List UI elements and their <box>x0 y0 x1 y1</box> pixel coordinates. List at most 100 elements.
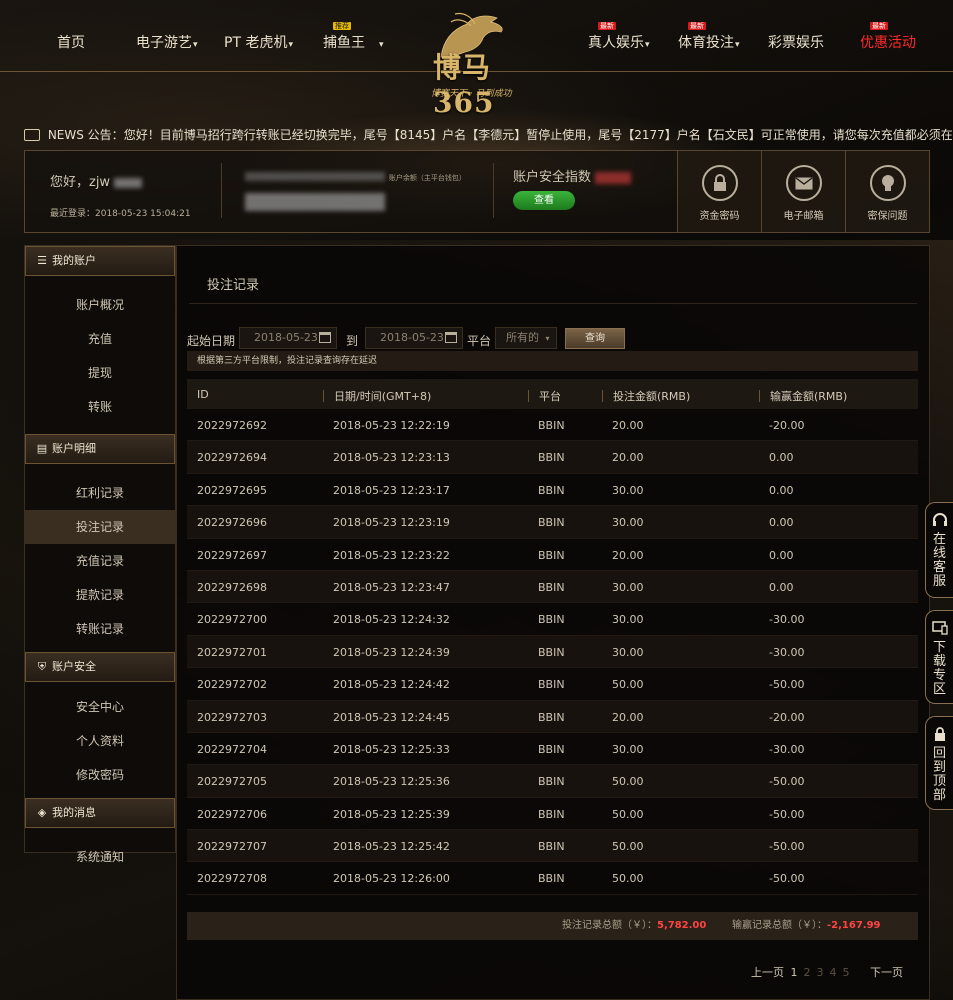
float-label: 回到顶部 <box>932 746 946 803</box>
fund-password-tool[interactable]: 资金密码 <box>677 151 761 232</box>
col-datetime: 日期/时间(GMT+8) <box>323 388 431 404</box>
sidebar-item-profile[interactable]: 个人资料 <box>25 724 175 758</box>
sidebar-item-overview[interactable]: 账户概况 <box>25 288 175 322</box>
pagination: 上一页 12345 下一页 <box>751 964 903 980</box>
nav-pt-slots[interactable]: PT 老虎机▾ <box>224 32 293 52</box>
news-text: 您好！目前博马招行跨行转账已经切换完毕，尾号【8145】户名【李德元】暂停止使用… <box>123 128 953 142</box>
news-ticker: NEWS 公告：您好！目前博马招行跨行转账已经切换完毕，尾号【8145】户名【李… <box>24 126 953 144</box>
table-row: 2022972692 2018-05-23 12:22:19 BBIN 20.00 -2… <box>187 409 918 442</box>
float-back-to-top[interactable]: 回到顶部 <box>925 716 953 810</box>
start-date-label: 起始日期 <box>187 334 236 348</box>
col-id: ID <box>197 388 209 401</box>
nav-lottery[interactable]: 彩票娱乐 <box>768 32 824 52</box>
cell-platform: BBIN <box>538 419 565 432</box>
cell-id: 2022972701 <box>197 645 267 659</box>
table-row: 2022972703 2018-05-23 12:24:45 BBIN 20.00 -2… <box>187 700 918 733</box>
greeting: 您好，zjw <box>50 171 143 190</box>
float-customer-service[interactable]: 在线客服 <box>925 502 953 598</box>
account-summary: 您好，zjw 最近登录：2018-05-23 15:04:21 账户余额（主平台… <box>24 150 930 233</box>
new-badge: 最新 <box>688 22 706 30</box>
title-divider <box>189 303 917 304</box>
win-loss-total: 输赢记录总额（￥）：-2,167.99 <box>732 920 881 931</box>
cell-id: 2022972708 <box>197 872 267 886</box>
col-bet-amount: 投注金额(RMB) <box>602 388 690 404</box>
table-row: 2022972700 2018-05-23 12:24:32 BBIN 30.00 -3… <box>187 603 918 636</box>
float-label: 在线客服 <box>932 532 946 589</box>
masked-balance <box>245 193 385 211</box>
page-link[interactable]: 3 <box>817 966 824 979</box>
table-row: 2022972694 2018-05-23 12:23:13 BBIN 20.00 0.… <box>187 441 918 474</box>
nav-egames[interactable]: 电子游艺▾ <box>136 32 198 52</box>
logo-text: 博马 365 <box>433 51 495 119</box>
float-download[interactable]: 下载专区 <box>925 610 953 704</box>
security-question-tool[interactable]: 密保问题 <box>845 151 929 232</box>
cell-win-loss: -50.00 <box>769 840 805 854</box>
lock-icon <box>701 165 738 201</box>
bulb-icon <box>869 165 906 201</box>
cell-platform: BBIN <box>538 613 565 627</box>
sidebar-item-system-notice[interactable]: 系统通知 <box>25 840 175 874</box>
sidebar-item-withdraw[interactable]: 提现 <box>25 356 175 390</box>
table-row: 2022972695 2018-05-23 12:23:17 BBIN 30.00 0.… <box>187 474 918 507</box>
cell-id: 2022972696 <box>197 516 267 530</box>
sidebar-section-details[interactable]: ▤ 账户明细 <box>25 434 175 464</box>
cell-win-loss: -30.00 <box>769 742 805 756</box>
cell-bet-amount: 30.00 <box>612 483 644 497</box>
masked-security-score <box>595 171 632 184</box>
chevron-down-icon: ▾ <box>645 40 650 50</box>
sidebar-item-deposit[interactable]: 充值 <box>25 322 175 356</box>
query-button[interactable]: 查询 <box>565 328 625 349</box>
sidebar-item-security-center[interactable]: 安全中心 <box>25 690 175 724</box>
sidebar-item-change-password[interactable]: 修改密码 <box>25 758 175 792</box>
sidebar-section-messages[interactable]: ◈ 我的消息 <box>25 798 175 828</box>
table-row: 2022972701 2018-05-23 12:24:39 BBIN 30.00 -3… <box>187 635 918 669</box>
page-link[interactable]: 1 <box>791 966 798 979</box>
next-page-link[interactable]: 下一页 <box>870 966 903 979</box>
page-link[interactable]: 5 <box>843 966 850 979</box>
totals-bar: 投注记录总额（￥）：5,782.00 输赢记录总额（￥）：-2,167.99 <box>187 912 918 940</box>
sidebar-item-transfer[interactable]: 转账 <box>25 390 175 424</box>
sidebar-section-security[interactable]: ⛨ 账户安全 <box>25 652 175 682</box>
page-link[interactable]: 4 <box>830 966 837 979</box>
cell-bet-amount: 30.00 <box>612 645 644 659</box>
nav-sports[interactable]: 最新 体育投注▾ <box>678 22 740 52</box>
view-security-button[interactable]: 查看 <box>513 191 575 210</box>
table-header: ID 日期/时间(GMT+8) 平台 投注金额(RMB) 输赢金额(RMB) <box>187 379 918 409</box>
cell-datetime: 2018-05-23 12:23:13 <box>333 451 450 465</box>
table-body: 2022972692 2018-05-23 12:22:19 BBIN 20.00 -2… <box>187 409 918 895</box>
top-nav: 首页 电子游艺▾ PT 老虎机▾ 推荐 捕鱼王 ▾ 博马 365 博赛天下 · 马到… <box>0 0 953 119</box>
prev-page-link[interactable]: 上一页 <box>751 966 784 979</box>
site-logo[interactable]: 博马 365 博赛天下 · 马到成功 <box>403 10 553 119</box>
cell-bet-amount: 20.00 <box>612 451 644 465</box>
page-link[interactable]: 2 <box>804 966 811 979</box>
sidebar-item-bonus-records[interactable]: 红利记录 <box>25 476 175 510</box>
start-date-input[interactable]: 2018-05-23 <box>239 327 337 349</box>
cell-platform: BBIN <box>538 775 565 789</box>
table-row: 2022972707 2018-05-23 12:25:42 BBIN 50.00 -5… <box>187 830 918 863</box>
headset-icon <box>932 513 947 526</box>
cell-datetime: 2018-05-23 12:24:42 <box>333 678 450 692</box>
end-date-input[interactable]: 2018-05-23 <box>365 327 463 349</box>
col-win-loss: 输赢金额(RMB) <box>759 388 847 404</box>
shield-icon: ⛨ <box>37 660 47 673</box>
cell-win-loss: 0.00 <box>769 516 794 530</box>
platform-select[interactable]: 所有的 ▾ <box>495 327 557 349</box>
divider <box>221 163 222 218</box>
sidebar-item-withdraw-records[interactable]: 提款记录 <box>25 578 175 612</box>
lock-top-icon <box>934 727 945 741</box>
sidebar-item-bet-records[interactable]: 投注记录 <box>25 510 175 544</box>
nav-promotions[interactable]: 最新 优惠活动 <box>860 22 916 52</box>
cell-bet-amount: 20.00 <box>612 548 644 562</box>
sidebar-item-transfer-records[interactable]: 转账记录 <box>25 612 175 646</box>
cell-bet-amount: 50.00 <box>612 872 644 886</box>
nav-live-casino[interactable]: 最新 真人娱乐▾ <box>588 22 650 52</box>
sidebar-section-account[interactable]: ☰ 我的账户 <box>25 246 175 276</box>
ledger-icon: ▤ <box>36 442 48 455</box>
sidebar-item-deposit-records[interactable]: 充值记录 <box>25 544 175 578</box>
nav-home[interactable]: 首页 <box>57 32 85 52</box>
email-tool[interactable]: 电子邮箱 <box>761 151 845 232</box>
nav-fishing[interactable]: 推荐 捕鱼王 ▾ <box>323 22 384 52</box>
cell-win-loss: -50.00 <box>769 775 805 789</box>
new-badge: 最新 <box>870 22 888 30</box>
mail-icon <box>785 165 822 201</box>
